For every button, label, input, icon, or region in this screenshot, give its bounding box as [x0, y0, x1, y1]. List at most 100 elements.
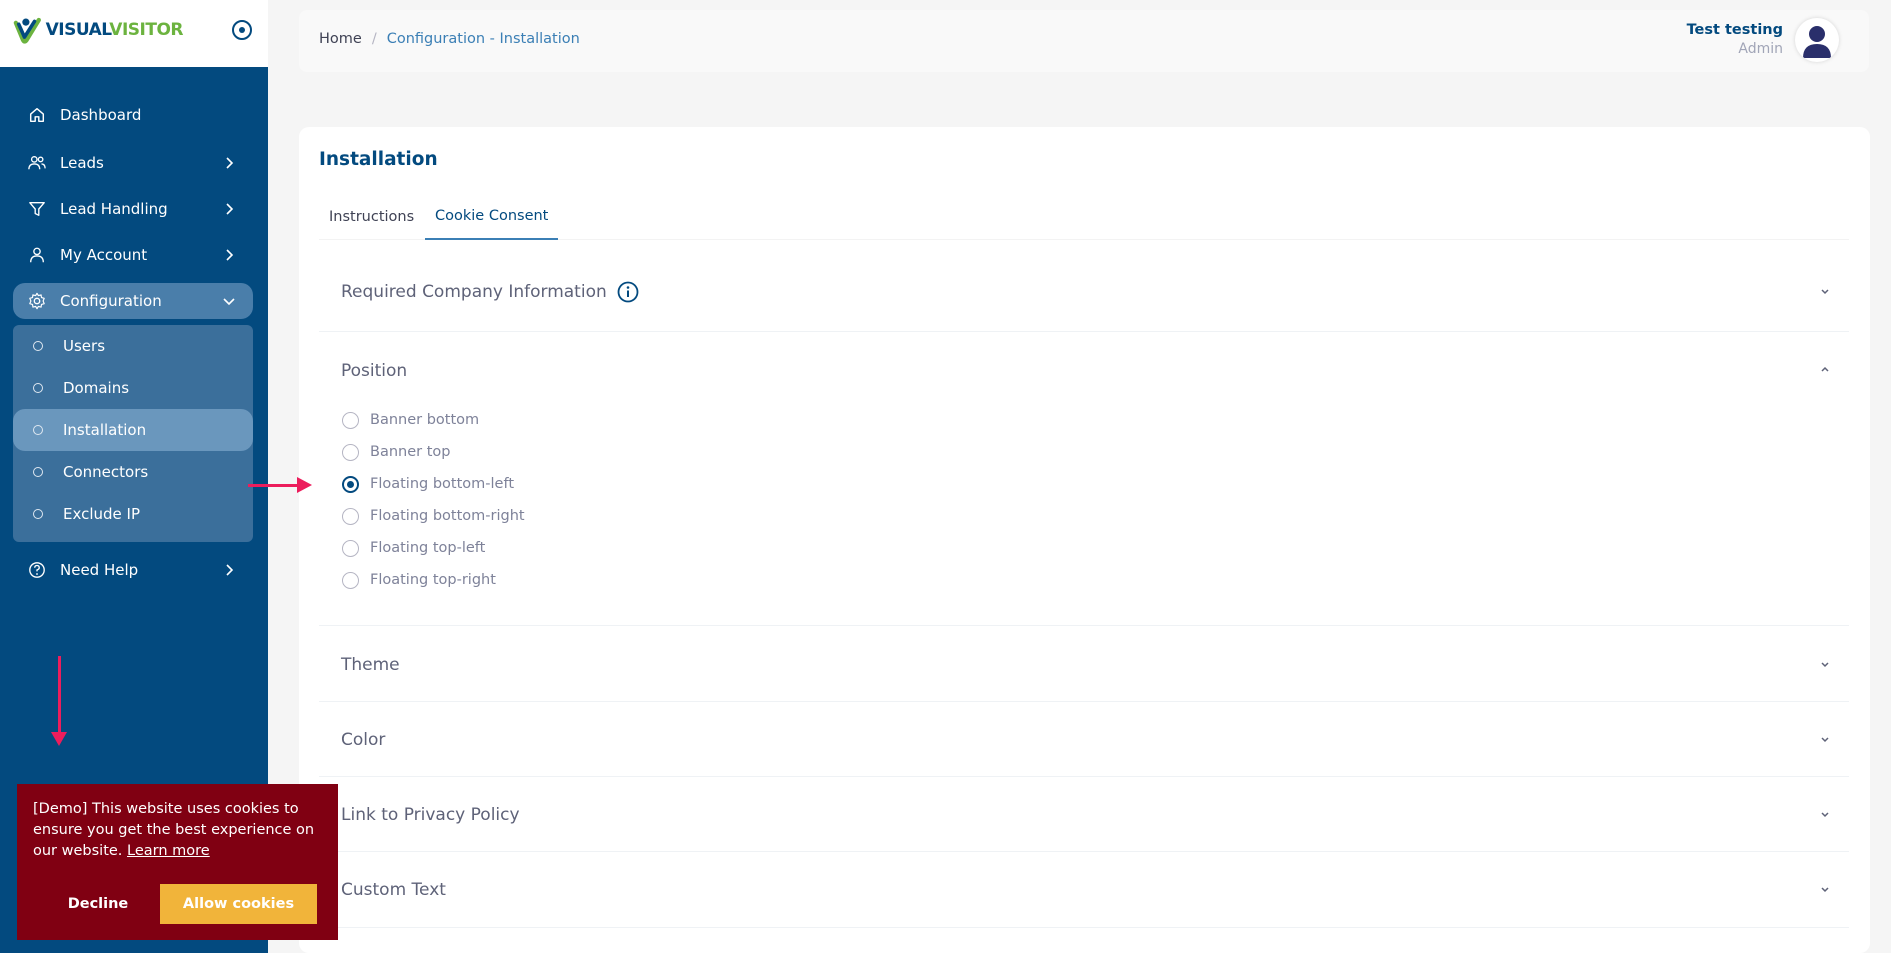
- radio-button[interactable]: [342, 571, 359, 589]
- cookie-consent-banner: [Demo] This website uses cookies to ensu…: [17, 784, 338, 940]
- radio-floating-bottom-right[interactable]: Floating bottom-right: [342, 505, 525, 527]
- accordion-link-to-privacy-policy[interactable]: Link to Privacy Policy: [319, 784, 1849, 846]
- sidebar-subitem-label: Connectors: [63, 463, 149, 481]
- sidebar-subitem-users[interactable]: Users: [13, 325, 253, 367]
- info-icon[interactable]: [616, 280, 640, 304]
- breadcrumb: Home / Configuration - Installation: [319, 31, 580, 47]
- radio-label: Floating bottom-left: [370, 476, 515, 492]
- gear-icon: [27, 291, 47, 311]
- radio-button[interactable]: [342, 411, 359, 429]
- breadcrumb-home-link[interactable]: Home: [319, 31, 362, 47]
- accordion-divider: [319, 851, 1849, 852]
- brand-logo-icon: [13, 17, 41, 44]
- tab-cookie-consent[interactable]: Cookie Consent: [425, 194, 559, 240]
- radio-label: Floating top-left: [370, 540, 486, 556]
- sidebar-item-my-account[interactable]: My Account: [13, 237, 253, 273]
- accordion-divider: [319, 776, 1849, 777]
- chevron-down-icon: [1817, 656, 1833, 672]
- brand-name-part2: VISITOR: [109, 20, 183, 40]
- user-name: Test testing: [1686, 22, 1783, 38]
- radio-banner-top[interactable]: Banner top: [342, 441, 450, 463]
- tab-bar: Instructions Cookie Consent: [319, 194, 1849, 240]
- cookie-message: [Demo] This website uses cookies to ensu…: [33, 799, 329, 862]
- sidebar-subitem-exclude-ip[interactable]: Exclude IP: [13, 493, 253, 535]
- chevron-down-icon: [219, 296, 239, 306]
- sidebar-item-label: Dashboard: [60, 106, 142, 124]
- sidebar-item-lead-handling[interactable]: Lead Handling: [13, 191, 253, 227]
- annotation-arrow-down: [51, 656, 67, 746]
- accordion-required-company-information[interactable]: Required Company Information: [319, 261, 1849, 323]
- radio-floating-top-right[interactable]: Floating top-right: [342, 569, 496, 591]
- breadcrumb-current: Configuration - Installation: [386, 31, 580, 47]
- accordion-title: Color: [341, 730, 386, 750]
- sidebar-item-leads[interactable]: Leads: [13, 145, 253, 181]
- radio-floating-bottom-left[interactable]: Floating bottom-left: [342, 473, 514, 495]
- radio-label: Banner top: [370, 444, 451, 460]
- logo-bar: VISUALVISITOR: [0, 0, 268, 67]
- sidebar-item-dashboard[interactable]: Dashboard: [13, 97, 253, 133]
- accordion-title: Required Company Information: [341, 282, 607, 302]
- brand-name: VISUALVISITOR: [45, 20, 184, 40]
- annotation-arrow-right: [248, 477, 312, 493]
- sidebar-item-label: My Account: [60, 246, 148, 264]
- radio-floating-top-left[interactable]: Floating top-left: [342, 537, 485, 559]
- users-icon: [27, 153, 47, 173]
- sidebar-item-label: Need Help: [60, 561, 139, 579]
- bullet-icon: [33, 383, 43, 393]
- chevron-up-icon: [1817, 362, 1833, 378]
- chevron-down-icon: [1817, 881, 1833, 897]
- accordion-custom-text[interactable]: Custom Text: [319, 859, 1849, 921]
- brand-name-part1: VISUAL: [45, 20, 110, 40]
- radio-button[interactable]: [342, 507, 359, 525]
- accordion-color[interactable]: Color: [319, 709, 1849, 771]
- breadcrumb-separator: /: [371, 31, 377, 47]
- chevron-right-icon: [219, 564, 239, 576]
- accordion-divider: [319, 625, 1849, 626]
- sidebar-item-configuration[interactable]: Configuration: [13, 283, 253, 319]
- sidebar-subitem-domains[interactable]: Domains: [13, 367, 253, 409]
- accordion-title: Position: [341, 361, 408, 381]
- accordion-divider: [319, 927, 1849, 928]
- configuration-submenu: Users Domains Installation Connectors Ex…: [13, 325, 253, 542]
- installation-card: Installation Instructions Cookie Consent…: [299, 127, 1870, 953]
- accordion-position[interactable]: Position: [319, 340, 1849, 402]
- chevron-right-icon: [219, 249, 239, 261]
- sidebar-item-label: Leads: [60, 154, 104, 172]
- sidebar-subitem-label: Exclude IP: [63, 505, 140, 523]
- brand-logo[interactable]: VISUALVISITOR: [13, 6, 183, 54]
- accordion-title: Theme: [341, 655, 400, 675]
- sidebar-item-label: Configuration: [60, 292, 162, 310]
- avatar[interactable]: [1795, 18, 1839, 62]
- accordion-title: Custom Text: [341, 880, 446, 900]
- radio-button[interactable]: [342, 443, 359, 461]
- decline-button[interactable]: Decline: [33, 884, 163, 924]
- chevron-down-icon: [1817, 731, 1833, 747]
- bullet-icon: [33, 467, 43, 477]
- radio-button-checked[interactable]: [342, 475, 359, 493]
- accordion-theme[interactable]: Theme: [319, 634, 1849, 696]
- chevron-right-icon: [219, 157, 239, 169]
- tab-instructions[interactable]: Instructions: [319, 194, 424, 240]
- sidebar-item-need-help[interactable]: Need Help: [13, 552, 253, 588]
- bullet-icon: [33, 509, 43, 519]
- allow-cookies-button[interactable]: Allow cookies: [160, 884, 317, 924]
- sidebar-subitem-installation[interactable]: Installation: [13, 409, 253, 451]
- radio-banner-bottom[interactable]: Banner bottom: [342, 409, 479, 431]
- accordion-title: Link to Privacy Policy: [341, 805, 520, 825]
- radio-label: Floating top-right: [370, 572, 496, 588]
- page-title: Installation: [319, 149, 438, 170]
- sidebar-subitem-label: Installation: [63, 421, 147, 439]
- sidebar-subitem-connectors[interactable]: Connectors: [13, 451, 253, 493]
- radio-button[interactable]: [342, 539, 359, 557]
- radio-label: Floating bottom-right: [370, 508, 525, 524]
- sidebar-subitem-label: Domains: [63, 379, 130, 397]
- learn-more-link[interactable]: Learn more: [127, 843, 210, 859]
- sidebar-subitem-label: Users: [63, 337, 106, 355]
- chevron-down-icon: [1817, 283, 1833, 299]
- radio-label: Banner bottom: [370, 412, 480, 428]
- home-icon: [27, 105, 47, 125]
- sidebar-toggle-icon[interactable]: [232, 20, 252, 40]
- user-role: Admin: [1738, 41, 1783, 57]
- accordion-divider: [319, 331, 1849, 332]
- chevron-right-icon: [219, 203, 239, 215]
